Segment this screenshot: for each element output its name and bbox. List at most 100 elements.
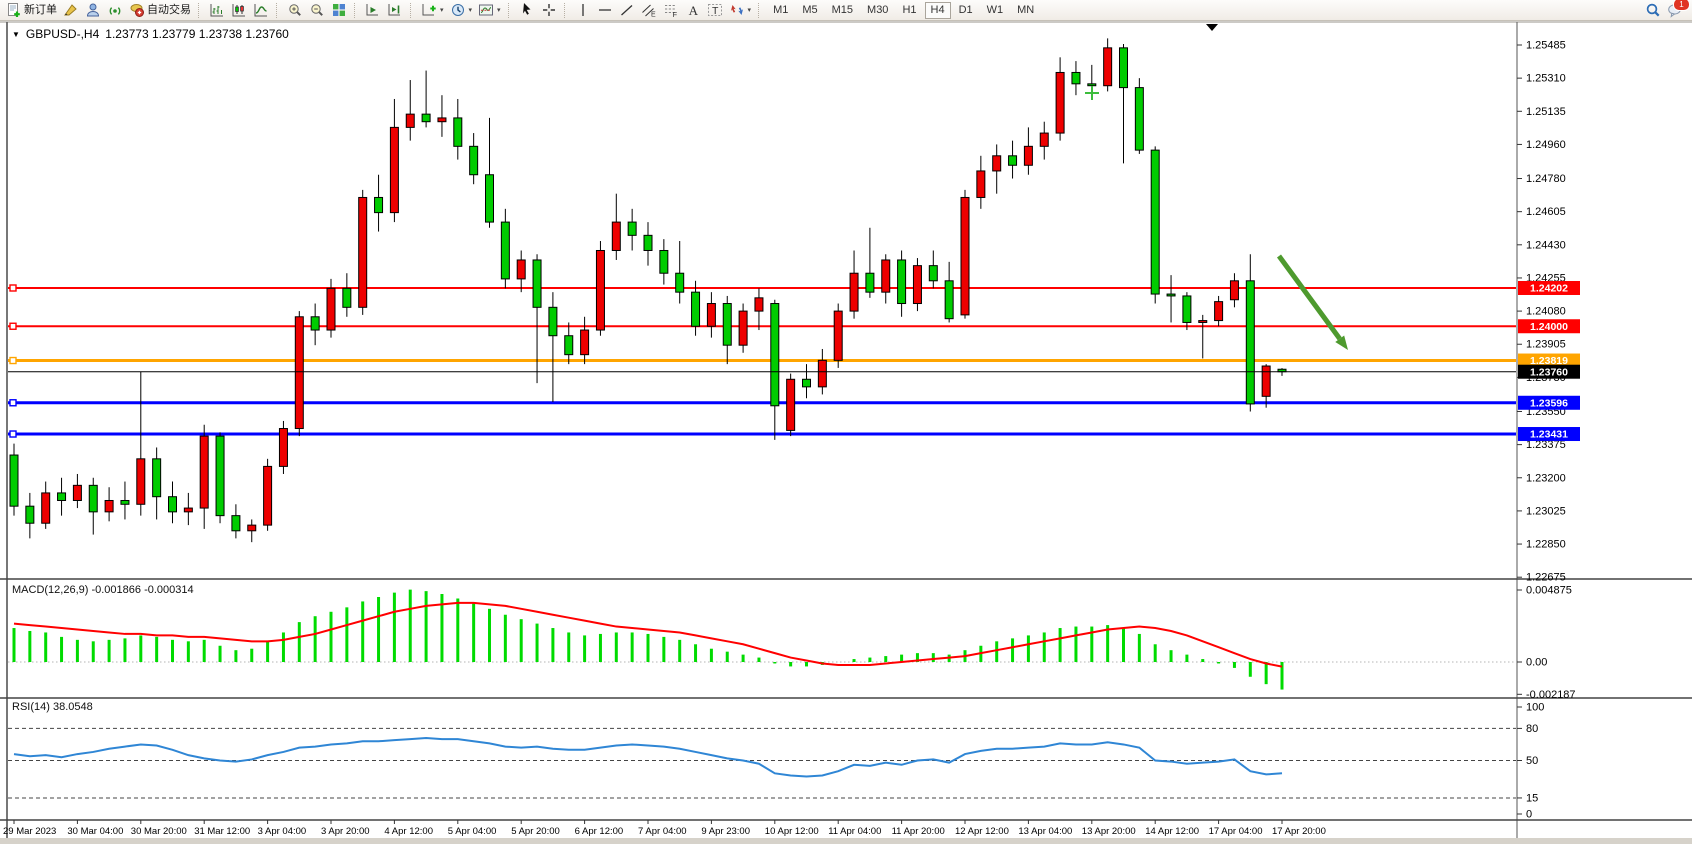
candle — [169, 497, 177, 512]
text-tool-button[interactable]: A — [682, 0, 704, 21]
crosshair-tool-button[interactable] — [538, 0, 560, 21]
zoom-out-button[interactable] — [306, 0, 328, 21]
search-icon — [1645, 2, 1661, 18]
time-tick-label: 6 Apr 12:00 — [575, 826, 624, 837]
time-tick-label: 11 Apr 04:00 — [828, 826, 881, 837]
price-tick-label: 1.23905 — [1526, 339, 1566, 351]
chevron-down-icon[interactable]: ▾ — [469, 6, 473, 14]
periods-button[interactable]: ▾ — [447, 0, 476, 21]
line-anchor-handle[interactable] — [10, 323, 16, 329]
ohlc-readout: 1.23773 1.23779 1.23738 1.23760 — [105, 27, 289, 41]
fibonacci-tool-button[interactable]: F — [660, 0, 682, 21]
candle — [1056, 72, 1064, 133]
auto-scroll-icon — [365, 2, 381, 18]
candle — [707, 304, 715, 327]
time-tick-label: 11 Apr 20:00 — [892, 826, 945, 837]
candle — [866, 273, 874, 292]
rsi-tick-label: 50 — [1526, 755, 1538, 767]
equidistant-channel-tool-button[interactable]: E — [638, 0, 660, 21]
arrows-tool-button[interactable]: ▾ — [726, 0, 755, 21]
candle — [612, 222, 620, 250]
chevron-down-icon[interactable]: ▾ — [497, 6, 501, 14]
zoom-out-icon — [309, 2, 325, 18]
candle — [565, 336, 573, 355]
candle — [1230, 281, 1238, 300]
chart-dropdown-caret-icon[interactable]: ▼ — [12, 30, 20, 39]
price-level-badge-text: 1.24000 — [1530, 321, 1568, 333]
price-tick-label: 1.22850 — [1526, 539, 1566, 551]
text-icon: A — [685, 2, 701, 18]
signals-button[interactable] — [104, 0, 126, 21]
timeframe-button-m15[interactable]: M15 — [826, 2, 859, 19]
timeframe-button-mn[interactable]: MN — [1011, 2, 1040, 19]
label-icon: T — [707, 2, 723, 18]
trendline-tool-button[interactable] — [616, 0, 638, 21]
chevron-down-icon[interactable]: ▾ — [440, 6, 444, 14]
bar-chart-icon — [209, 2, 225, 18]
candle — [771, 304, 779, 406]
candle — [882, 260, 890, 292]
horizontal-line-tool-button[interactable] — [594, 0, 616, 21]
line-anchor-handle[interactable] — [10, 358, 16, 364]
timeframe-button-m1[interactable]: M1 — [767, 2, 794, 19]
line-anchor-handle[interactable] — [10, 400, 16, 406]
period-icon — [450, 2, 466, 18]
autotrading-button[interactable]: 自动交易 — [126, 0, 194, 21]
candle — [121, 500, 129, 504]
toolbar-separator — [508, 3, 513, 18]
timeframe-button-h1[interactable]: H1 — [896, 2, 922, 19]
line-chart-mode-button[interactable] — [250, 0, 272, 21]
candle — [501, 222, 509, 279]
vertical-line-tool-button[interactable] — [572, 0, 594, 21]
time-tick-label: 3 Apr 04:00 — [258, 826, 307, 837]
candle — [1104, 48, 1112, 86]
candle — [787, 379, 795, 430]
price-tick-label: 1.22675 — [1526, 572, 1566, 584]
chevron-down-icon[interactable]: ▾ — [748, 6, 752, 14]
price-tick-label: 1.25310 — [1526, 73, 1566, 85]
candle — [406, 114, 414, 127]
timeframe-button-w1[interactable]: W1 — [981, 2, 1010, 19]
new-order-icon — [6, 2, 22, 18]
new-order-button[interactable]: 新订单 — [3, 0, 60, 21]
candle — [248, 525, 256, 531]
candlestick-mode-button[interactable] — [228, 0, 250, 21]
line-anchor-handle[interactable] — [10, 285, 16, 291]
auto-scroll-button[interactable] — [362, 0, 384, 21]
time-tick-label: 31 Mar 12:00 — [194, 826, 250, 837]
svg-text:T: T — [712, 5, 719, 17]
indicators-button[interactable]: ▾ — [418, 0, 447, 21]
svg-text:E: E — [651, 12, 656, 19]
timeframe-button-h4[interactable]: H4 — [925, 2, 951, 19]
price-tick-label: 1.23025 — [1526, 505, 1566, 517]
price-level-badge-text: 1.24202 — [1530, 283, 1568, 295]
zoom-in-button[interactable] — [284, 0, 306, 21]
rsi-tick-label: 0 — [1526, 809, 1532, 821]
candle — [375, 197, 383, 212]
candle — [1151, 150, 1159, 294]
chart-canvas[interactable]: 1.254851.253101.251351.249601.247801.246… — [0, 0, 1692, 844]
macd-tick-label: -0.002187 — [1526, 689, 1576, 701]
tile-windows-icon — [331, 2, 347, 18]
candle — [58, 493, 66, 501]
timeframe-button-d1[interactable]: D1 — [953, 2, 979, 19]
timeframe-button-m5[interactable]: M5 — [796, 2, 823, 19]
line-anchor-handle[interactable] — [10, 431, 16, 437]
chart-shift-button[interactable] — [384, 0, 406, 21]
tile-windows-button[interactable] — [328, 0, 350, 21]
templates-button[interactable]: ▾ — [475, 0, 504, 21]
profiles-button[interactable] — [82, 0, 104, 21]
styles-button[interactable] — [60, 0, 82, 21]
text-label-tool-button[interactable]: T — [704, 0, 726, 21]
notifications-button[interactable]: 1 — [1664, 0, 1686, 21]
search-button[interactable] — [1642, 0, 1664, 21]
toolbar-separator — [564, 3, 569, 18]
cursor-tool-button[interactable] — [516, 0, 538, 21]
time-tick-label: 4 Apr 12:00 — [384, 826, 433, 837]
bar-chart-mode-button[interactable] — [206, 0, 228, 21]
candle — [913, 266, 921, 304]
candle — [993, 156, 1001, 171]
candle — [422, 114, 430, 122]
timeframe-button-m30[interactable]: M30 — [861, 2, 894, 19]
toolbar-separator — [758, 3, 763, 18]
